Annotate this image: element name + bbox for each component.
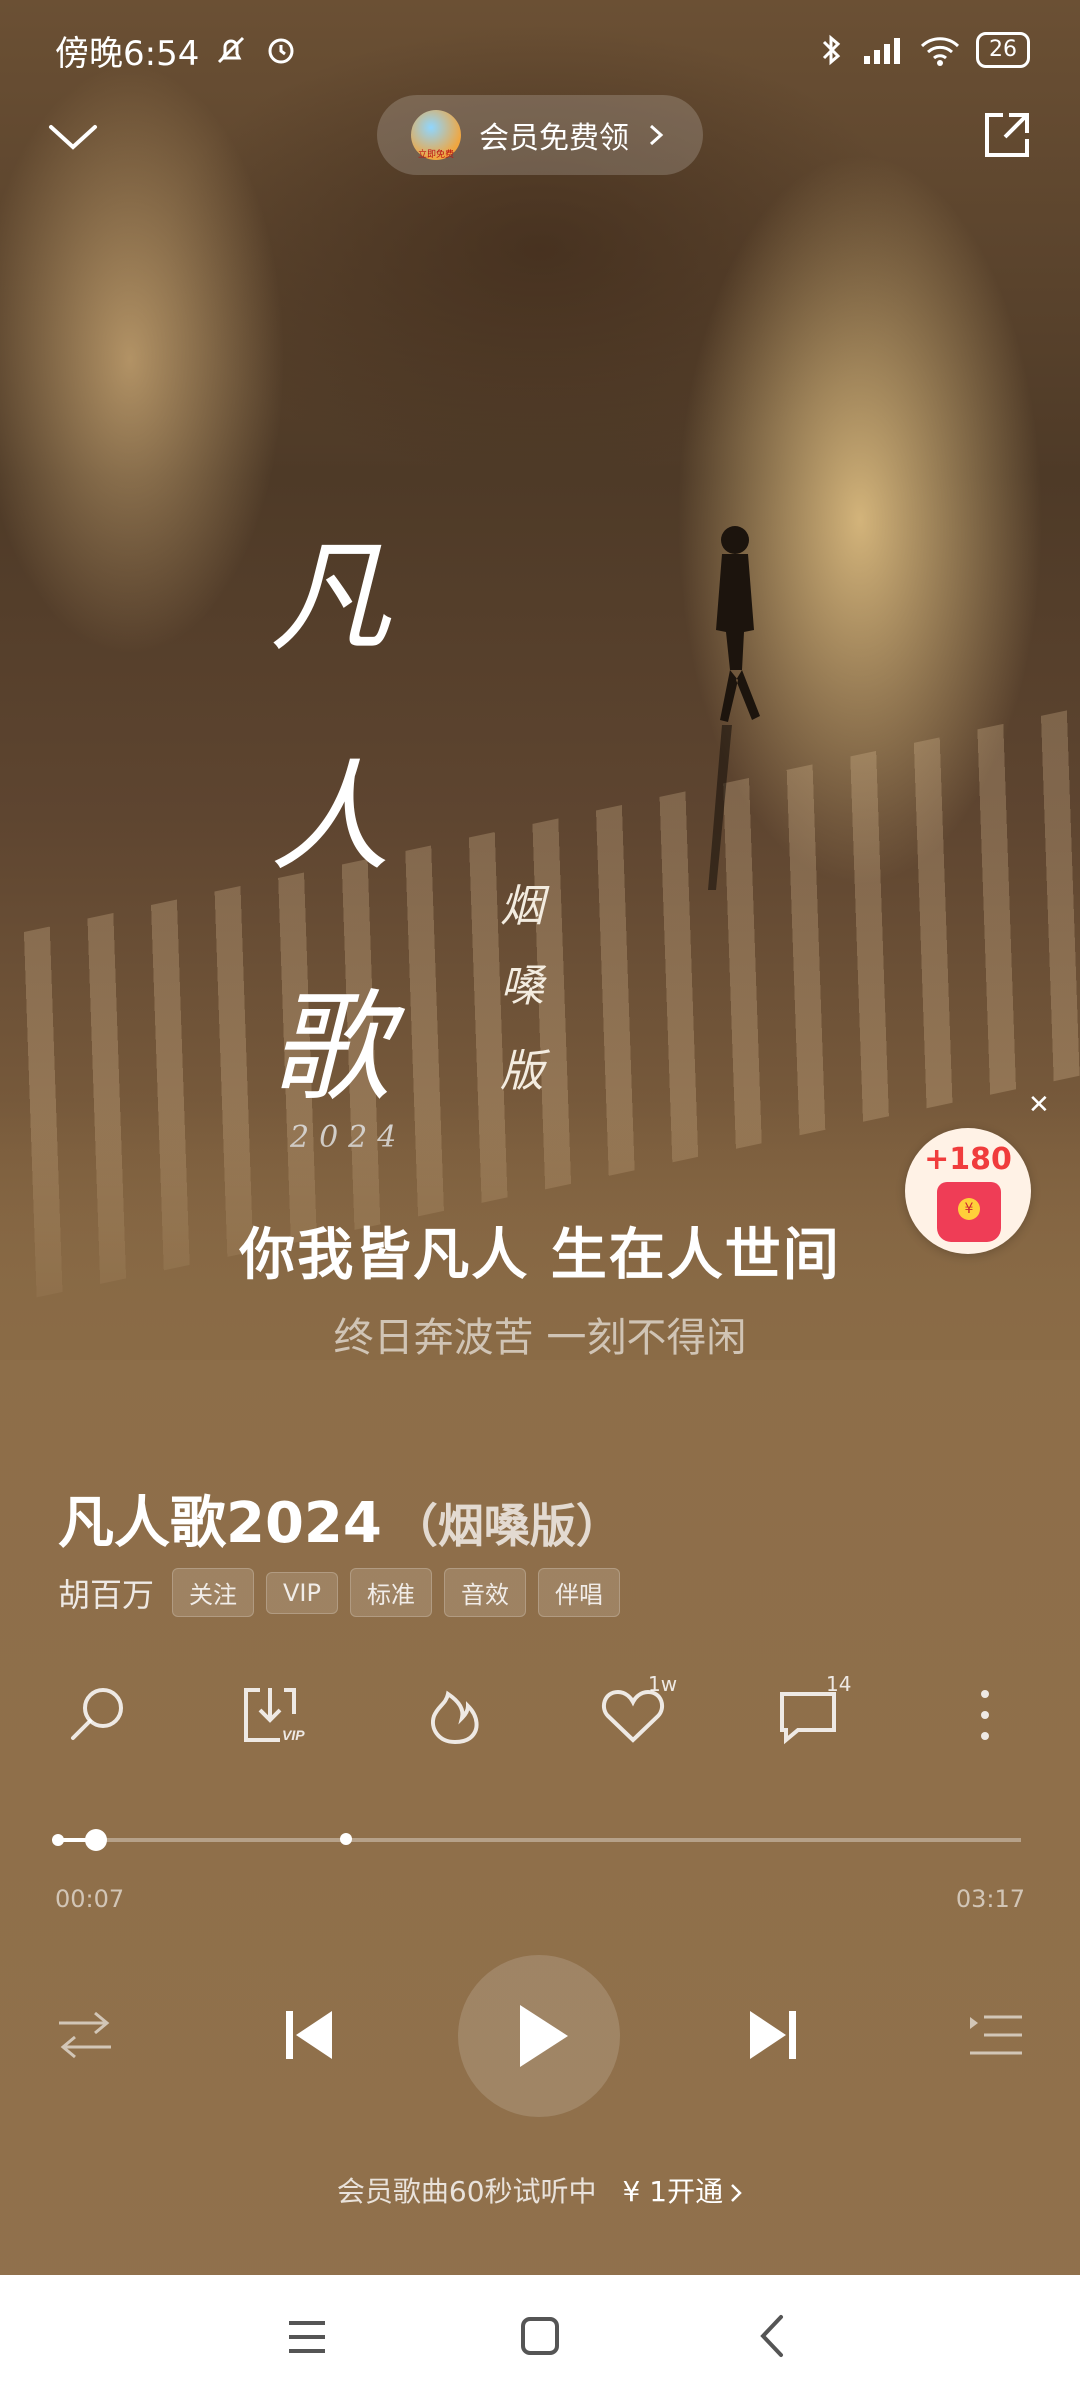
accompany-tag[interactable]: 伴唱 xyxy=(537,1568,620,1617)
alarm-clock-icon xyxy=(268,38,294,64)
trial-message: 会员歌曲60秒试听中 xyxy=(336,2175,597,2208)
progress-track[interactable] xyxy=(52,1829,1021,1851)
artwork-title-char: 人 xyxy=(270,749,390,888)
song-version: （烟嗓版） xyxy=(391,1499,622,1553)
top-bar: 立即免费 会员免费领 xyxy=(0,95,1080,175)
artist-row: 胡百万 关注 VIP 标准 音效 伴唱 xyxy=(58,1568,620,1617)
cell-signal-icon xyxy=(864,38,900,64)
walking-person-silhouette xyxy=(708,526,760,890)
menu-icon[interactable] xyxy=(285,2315,329,2359)
svg-text:VIP: VIP xyxy=(282,1727,305,1743)
sound-effect-tag[interactable]: 音效 xyxy=(443,1568,526,1617)
battery-indicator: 26 xyxy=(976,32,1030,68)
song-title: 凡人歌2024 （烟嗓版） xyxy=(58,1478,622,1559)
lyric-next-line[interactable]: 终日奔波苦 一刻不得闲 xyxy=(0,1305,1080,1363)
bluetooth-icon xyxy=(822,34,841,66)
trial-end-marker xyxy=(340,1833,353,1845)
playback-controls xyxy=(0,1955,1080,2117)
comment-button[interactable]: 14 xyxy=(776,1672,851,1750)
like-button[interactable]: 1w xyxy=(598,1672,677,1750)
status-left: 傍晚6:54 xyxy=(55,26,299,75)
artwork-title-char: 歌 xyxy=(270,979,390,1118)
chevron-right-icon xyxy=(649,124,664,146)
previous-track-icon[interactable] xyxy=(280,2005,340,2065)
vip-promo-button[interactable]: 立即免费 会员免费领 xyxy=(377,95,703,175)
share-icon[interactable] xyxy=(979,107,1035,163)
quality-tag[interactable]: 标准 xyxy=(349,1568,432,1617)
comment-count: 14 xyxy=(826,1672,852,1696)
chevron-down-icon[interactable] xyxy=(45,107,101,163)
trial-banner[interactable]: 会员歌曲60秒试听中 ¥ 1开通 xyxy=(0,2170,1080,2210)
lyric-current-line[interactable]: 你我皆凡人 生在人世间 xyxy=(0,1210,1080,1291)
like-count: 1w xyxy=(648,1672,678,1696)
artwork-year: 2024 xyxy=(290,1120,407,1155)
song-title-text: 凡人歌2024 xyxy=(58,1491,382,1556)
vip-avatar-text: 立即免费 xyxy=(417,150,454,160)
fire-icon[interactable] xyxy=(420,1680,490,1750)
back-icon[interactable] xyxy=(755,2313,789,2359)
next-track-icon[interactable] xyxy=(742,2005,802,2065)
artwork-edition-char: 烟 xyxy=(500,881,544,932)
playlist-icon[interactable] xyxy=(966,2005,1026,2065)
vip-gift-icon: 立即免费 xyxy=(411,110,461,160)
time-elapsed: 00:07 xyxy=(55,1885,125,1913)
mute-bell-icon xyxy=(218,36,245,64)
artwork-edition-char: 嗓 xyxy=(500,961,544,1012)
vip-promo-label: 会员免费领 xyxy=(479,121,629,156)
close-icon[interactable]: ✕ xyxy=(1028,1090,1050,1120)
trial-open-cta[interactable]: ¥ 1开通 xyxy=(623,2175,724,2208)
home-icon[interactable] xyxy=(519,2315,561,2357)
progress-thumb[interactable] xyxy=(84,1829,107,1851)
status-time: 傍晚6:54 xyxy=(55,33,200,74)
download-vip-icon[interactable]: VIP xyxy=(240,1680,310,1750)
more-options-icon[interactable] xyxy=(950,1680,1020,1750)
artist-name[interactable]: 胡百万 xyxy=(58,1570,154,1616)
vip-tag[interactable]: VIP xyxy=(266,1571,338,1614)
play-button[interactable] xyxy=(458,1955,620,2117)
music-player-screen: 凡 人 歌 烟 嗓 版 2024 傍晚6:54 26 立即免费 会员免费领 ✕ … xyxy=(0,0,1080,2400)
action-bar: VIP 1w 14 xyxy=(0,1672,1080,1760)
system-nav-bar xyxy=(0,2275,1080,2400)
wifi-icon xyxy=(920,37,960,66)
follow-button[interactable]: 关注 xyxy=(172,1568,255,1617)
chevron-right-icon xyxy=(731,2184,742,2202)
time-total: 03:17 xyxy=(955,1885,1025,1913)
search-icon[interactable] xyxy=(63,1680,133,1750)
artwork-title-char: 凡 xyxy=(270,529,390,668)
status-bar: 傍晚6:54 26 xyxy=(0,0,1080,100)
artwork-edition-char: 版 xyxy=(500,1046,544,1097)
status-right: 26 xyxy=(816,32,1030,68)
repeat-mode-icon[interactable] xyxy=(55,2005,115,2065)
play-icon xyxy=(520,2005,568,2067)
red-packet-amount: +180 xyxy=(924,1142,1012,1177)
